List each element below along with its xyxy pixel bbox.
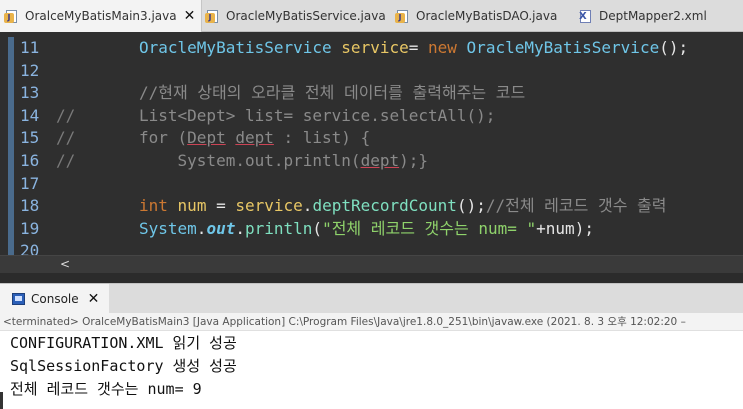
code-token: OracleMyBatisService (139, 38, 332, 57)
console-output[interactable]: CONFIGURATION.XML 읽기 성공 SqlSessionFactor… (0, 331, 743, 409)
line-number: 11 (20, 38, 40, 57)
code-text: System.out.println(dept);} (139, 150, 428, 173)
code-text: int num = service.deptRecordCount();//전체… (139, 195, 667, 218)
line-comment-prefix: // (56, 105, 76, 125)
tab-oraclemybatisservice[interactable]: J OracleMyBatisService.java (205, 0, 386, 32)
code-token: deptRecordCount (312, 196, 457, 216)
line-number: 19 (20, 218, 40, 238)
line-number: 20 (20, 241, 40, 255)
close-icon[interactable]: ✕ (88, 291, 100, 307)
code-line: 20 (0, 240, 743, 255)
code-text: System.out.println("전체 레코드 갯수는 num= "+nu… (139, 218, 594, 241)
line-number: 12 (20, 60, 40, 80)
code-token: int (139, 196, 168, 216)
console-output-line: SqlSessionFactory 생성 성공 (10, 357, 237, 375)
code-token: ( (312, 218, 323, 238)
code-token: OracleMyBatisService (466, 38, 660, 57)
code-token: println (244, 218, 313, 238)
code-token: (); (659, 38, 689, 57)
code-token: service (235, 196, 303, 216)
tab-label: OracleMyBatisService.java (226, 9, 386, 23)
code-token: "전체 레코드 갯수는 num= " (322, 218, 537, 238)
code-token: +num); (536, 218, 594, 238)
code-token: . (302, 196, 313, 216)
code-line: 12 (0, 60, 743, 83)
line-number: 17 (20, 173, 40, 193)
code-line: 17 (0, 173, 743, 196)
code-text: OracleMyBatisService service= new Oracle… (139, 37, 688, 60)
code-token: = (206, 196, 236, 216)
code-token: out (206, 218, 236, 238)
console-icon (12, 293, 25, 305)
code-token: . (235, 218, 245, 238)
xml-file-icon: X (578, 9, 593, 24)
code-token: System.out.println( (139, 151, 361, 170)
code-token: dept (360, 151, 400, 170)
code-line: 18 int num = service.deptRecordCount();//… (0, 195, 743, 218)
tab-label: DeptMapper2.xml (599, 9, 707, 23)
line-number: 15 (20, 128, 40, 148)
code-line: 19 System.out.println("전체 레코드 갯수는 num= "+… (0, 218, 743, 241)
line-number: 18 (20, 196, 40, 216)
tab-console[interactable]: Console ✕ (0, 284, 109, 314)
editor-tab-bar: J OralceMyBatisMain3.java ✕ J OracleMyBa… (0, 0, 743, 32)
close-icon[interactable]: ✕ (184, 9, 196, 23)
code-token: dept (235, 128, 274, 148)
code-token: //전체 레코드 갯수 출력 (485, 196, 667, 216)
java-file-icon: J (205, 9, 220, 24)
code-token: new (428, 38, 457, 57)
line-comment-prefix: // (56, 151, 76, 170)
tab-oraclemybatisdao[interactable]: J OracleMyBatisDAO.java (395, 0, 557, 32)
code-line: 11 OracleMyBatisService service= new Orac… (0, 37, 743, 60)
horizontal-scrollbar[interactable]: < (0, 255, 743, 273)
code-token: for ( (139, 128, 188, 148)
code-token: (); (456, 196, 486, 216)
java-file-icon: J (395, 9, 410, 24)
line-number: 13 (20, 83, 40, 103)
code-token: : list) { (273, 128, 371, 148)
code-line: 16 // System.out.println(dept);} (0, 150, 743, 173)
code-token: );} (399, 151, 428, 170)
code-token: num (177, 196, 207, 216)
code-token: . (196, 218, 207, 238)
tab-oralcemybatismain3[interactable]: J OralceMyBatisMain3.java ✕ (0, 0, 203, 32)
java-file-icon: J (4, 9, 19, 24)
code-text: for (Dept dept : list) { (139, 127, 370, 150)
console-output-line: 전체 레코드 갯수는 num= 9 (10, 380, 202, 398)
console-output-line: CONFIGURATION.XML 읽기 성공 (10, 334, 237, 352)
code-text: List<Dept> list= service.selectAll(); (139, 105, 495, 128)
console-view-header: Console ✕ (0, 283, 743, 314)
line-number: 16 (20, 151, 40, 170)
tab-deptmapper2[interactable]: X DeptMapper2.xml (578, 0, 707, 32)
code-token: service (341, 38, 409, 57)
text-cursor (0, 392, 3, 409)
scroll-left-icon[interactable]: < (60, 257, 70, 271)
code-token: = (408, 38, 428, 57)
code-line: 13 //현재 상태의 오라클 전체 데이터를 출력해주는 코드 (0, 82, 743, 105)
tab-label: OralceMyBatisMain3.java (25, 9, 177, 23)
code-token: //현재 상태의 오라클 전체 데이터를 출력해주는 코드 (139, 83, 526, 103)
console-tab-label: Console (31, 292, 79, 306)
code-text: //현재 상태의 오라클 전체 데이터를 출력해주는 코드 (139, 82, 525, 105)
code-token: Dept (187, 128, 226, 148)
code-token: System (139, 218, 197, 238)
line-number: 14 (20, 105, 40, 125)
code-token: List<Dept> list= service.selectAll(); (139, 105, 496, 125)
line-comment-prefix: // (56, 128, 76, 148)
code-line: 15 // for (Dept dept : list) { (0, 127, 743, 150)
console-process-status: <terminated> OralceMyBatisMain3 [Java Ap… (0, 313, 743, 331)
tab-label: OracleMyBatisDAO.java (416, 9, 558, 23)
code-line: 14 // List<Dept> list= service.selectAll()… (0, 105, 743, 128)
code-editor[interactable]: 11 OracleMyBatisService service= new Orac… (0, 32, 743, 255)
